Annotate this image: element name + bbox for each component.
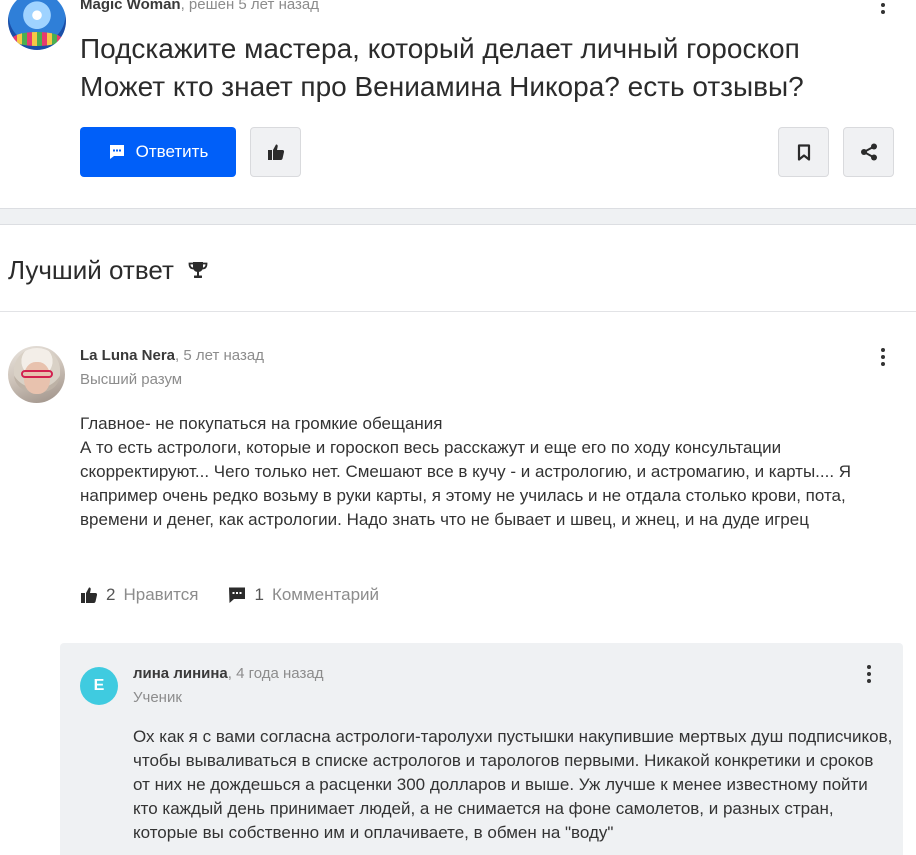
answer-author-name[interactable]: La Luna Nera	[80, 347, 175, 364]
comment-author-avatar[interactable]: E	[80, 667, 118, 705]
comment-card: E лина линина, 4 года назад Ученик Ох ка…	[60, 643, 903, 855]
chat-icon	[109, 145, 124, 159]
answer-actions: 2 Нравится 1 Комментарий	[80, 583, 379, 607]
question-meta: , решен 5 лет назад	[180, 0, 319, 13]
question-author-avatar[interactable]	[8, 0, 66, 50]
reply-button[interactable]: Ответить	[80, 127, 236, 177]
answer-paragraph: А то есть астрологи, которые и гороскоп …	[80, 438, 852, 529]
section-divider	[0, 208, 916, 225]
reply-button-label: Ответить	[135, 142, 209, 161]
share-icon	[860, 143, 877, 161]
like-question-button[interactable]	[250, 127, 301, 177]
comment-icon	[229, 587, 246, 603]
comment-author-line: лина линина, 4 года назад	[133, 665, 323, 683]
best-answer-heading: Лучший ответ	[8, 254, 208, 286]
more-vertical-icon[interactable]	[874, 0, 892, 16]
question-title-line-1: Подскажите мастера, который делает личны…	[80, 33, 800, 64]
answer-paragraph: Главное- не покупаться на громкие обещан…	[80, 414, 443, 433]
more-vertical-icon[interactable]	[874, 346, 892, 368]
question-title-line-2: Может кто знает про Вениамина Никора? ес…	[80, 71, 804, 102]
comment-author-rank: Ученик	[133, 689, 182, 706]
answer-meta: , 5 лет назад	[175, 347, 264, 364]
horizontal-divider	[0, 311, 916, 312]
like-answer-button[interactable]: 2 Нравится	[80, 585, 198, 605]
bookmark-button[interactable]	[778, 127, 829, 177]
bookmark-icon	[797, 143, 810, 161]
avatar-decoration	[12, 32, 62, 46]
likes-label: Нравится	[123, 585, 199, 604]
comment-text: Ох как я с вами согласна астрологи-тарол…	[133, 727, 893, 842]
answer-author-rank: Высший разум	[80, 371, 183, 388]
answer-text: Главное- не покупаться на громкие обещан…	[80, 412, 900, 532]
avatar-face	[24, 362, 50, 394]
answer-author-avatar[interactable]	[8, 346, 65, 403]
trophy-icon	[188, 262, 208, 278]
question-title: Подскажите мастера, который делает личны…	[80, 30, 880, 106]
best-answer-heading-text: Лучший ответ	[8, 255, 174, 285]
avatar-glasses	[21, 370, 53, 378]
comments-button[interactable]: 1 Комментарий	[228, 585, 379, 605]
share-button[interactable]	[843, 127, 894, 177]
thumbs-up-icon	[81, 587, 98, 603]
comment-author-name[interactable]: лина линина	[133, 665, 228, 682]
more-vertical-icon[interactable]	[860, 663, 878, 685]
thumbs-up-icon	[267, 144, 284, 160]
question-author-name[interactable]: Magic Woman	[80, 0, 181, 13]
likes-count: 2	[106, 585, 116, 604]
comments-label: Комментарий	[271, 585, 380, 604]
question-author-line: Magic Woman, решен 5 лет назад	[80, 0, 319, 14]
answer-author-line: La Luna Nera, 5 лет назад	[80, 347, 264, 365]
comment-meta: , 4 года назад	[227, 665, 324, 682]
comments-count: 1	[254, 585, 264, 604]
